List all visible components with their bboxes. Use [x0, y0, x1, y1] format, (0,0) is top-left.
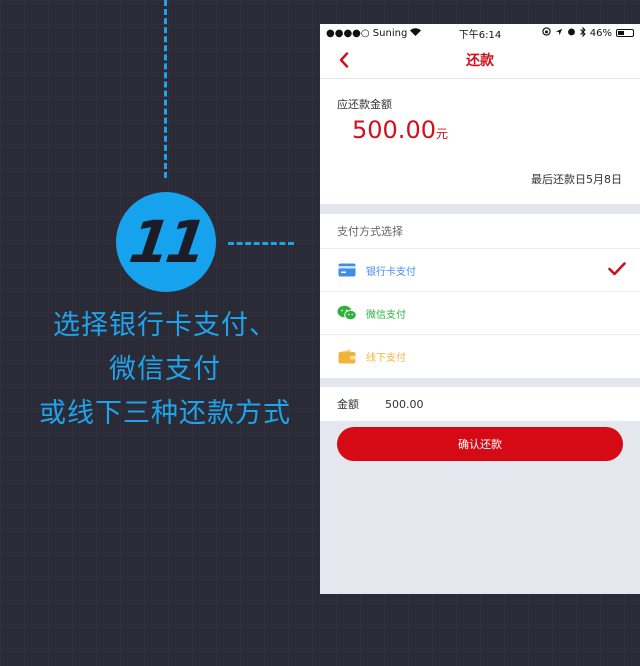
amount-label: 金额	[337, 398, 359, 411]
due-amount-number: 500.00	[352, 116, 436, 144]
due-date-label: 最后还款日5月8日	[531, 173, 622, 186]
nav-bar: 还款	[320, 42, 640, 79]
amount-row: 金额 500.00	[320, 387, 640, 421]
wallet-icon	[337, 349, 357, 365]
carrier-label: ●●●●○ Suning	[326, 27, 408, 39]
due-amount-card: 应还款金额 500.00元 最后还款日5月8日	[320, 79, 640, 204]
bluetooth-icon	[579, 26, 586, 40]
location-icon	[555, 28, 563, 39]
annotation-caption: 选择银行卡支付、 微信支付 或线下三种还款方式	[0, 304, 330, 436]
caption-line: 微信支付	[109, 354, 221, 385]
payment-option-wechat[interactable]: 微信支付	[320, 292, 640, 335]
due-amount-value: 500.00元	[352, 116, 448, 144]
caption-line: 选择银行卡支付、	[53, 310, 277, 341]
payment-option-label: 微信支付	[366, 309, 406, 321]
bank-card-icon	[337, 262, 357, 278]
status-time: 下午6:14	[458, 29, 502, 41]
connector-line-horizontal	[228, 242, 294, 245]
amount-value: 500.00	[385, 397, 424, 411]
payment-option-label: 银行卡支付	[366, 266, 416, 278]
battery-percent: 46%	[589, 27, 613, 39]
chevron-left-icon[interactable]	[332, 48, 356, 72]
connector-line-vertical	[164, 0, 167, 178]
wifi-icon	[410, 27, 422, 39]
lock-rotation-icon	[542, 27, 551, 39]
payment-method-header: 支付方式选择	[320, 214, 640, 249]
step-badge: 11	[116, 192, 216, 292]
battery-icon	[616, 29, 635, 37]
confirm-repayment-button[interactable]: 确认还款	[337, 427, 623, 461]
payment-method-card: 支付方式选择 银行卡支付 微信支付 线下支付	[320, 214, 640, 378]
checkmark-icon	[608, 261, 626, 280]
page-title: 还款	[466, 53, 494, 69]
due-amount-label: 应还款金额	[337, 98, 392, 111]
phone-screen: ●●●●○ Suning 下午6:14 46% 还款 应还款金额 500.00元…	[320, 24, 640, 594]
wechat-icon	[337, 305, 357, 321]
step-number: 11	[124, 208, 208, 276]
caption-line: 或线下三种还款方式	[39, 398, 291, 429]
alarm-icon	[567, 27, 576, 39]
payment-option-bank-card[interactable]: 银行卡支付	[320, 249, 640, 292]
payment-option-label: 线下支付	[366, 353, 406, 364]
due-amount-unit: 元	[435, 127, 448, 141]
status-bar: ●●●●○ Suning 下午6:14 46%	[320, 24, 640, 42]
payment-option-offline[interactable]: 线下支付	[320, 335, 640, 378]
